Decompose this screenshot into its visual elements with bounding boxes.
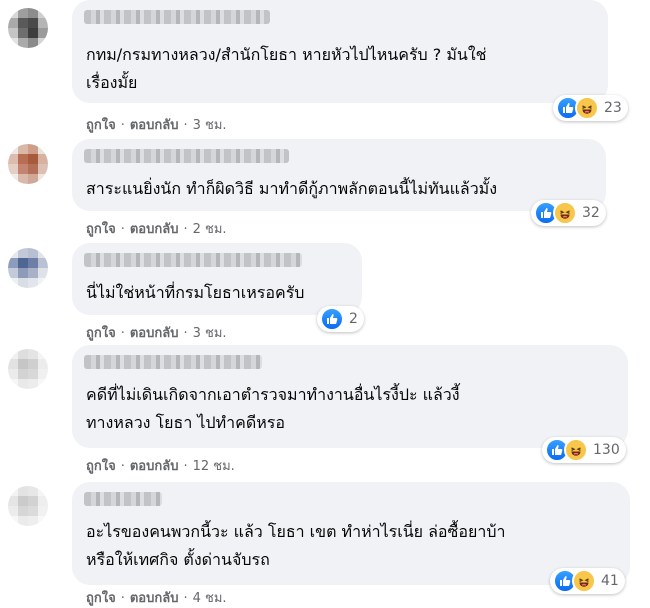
comment-bubble: กทม/กรมทางหลวง/สำนักโยธา หายหัวไปไหนครับ… xyxy=(72,0,608,103)
commenter-name-blurred[interactable] xyxy=(84,10,270,24)
comment-text-line: ทางหลวง โยธา ไปทำคดีหรอ xyxy=(86,413,285,432)
comment-timestamp[interactable]: 3 ชม. xyxy=(193,118,227,133)
comment-bubble: นี่ไม่ใช่หน้าที่กรมโยธาเหรอครับ xyxy=(72,243,362,315)
comment-actions: ถูกใจ · ตอบกลับ · 4 ชม. xyxy=(86,591,227,606)
comment-text-line: นี่ไม่ใช่หน้าที่กรมโยธาเหรอครับ xyxy=(86,283,305,302)
reaction-summary[interactable]: 130 xyxy=(542,437,626,463)
comment-timestamp[interactable]: 3 ชม. xyxy=(193,326,227,341)
haha-icon xyxy=(564,438,588,462)
comment-text-line: คดีที่ไม่เดินเกิดจากเอาตำรวจมาทำงานอื่นไ… xyxy=(86,385,460,404)
comment-bubble: อะไรของคนพวกนี้วะ แล้ว โยธา เขต ทำห่าไรเ… xyxy=(72,482,630,585)
reaction-count: 23 xyxy=(604,100,622,116)
like-icon xyxy=(320,307,344,331)
comment-actions: ถูกใจ · ตอบกลับ · 3 ชม. xyxy=(86,326,227,341)
like-button[interactable]: ถูกใจ xyxy=(86,459,116,474)
commenter-name-blurred[interactable] xyxy=(84,149,289,163)
reaction-summary[interactable]: 41 xyxy=(550,568,625,594)
comment-bubble: สาระแนยิ่งนัก ทำก็ผิดวิธี มาทำดีกู้ภาพลั… xyxy=(72,139,606,211)
comment-timestamp[interactable]: 4 ชม. xyxy=(193,591,227,606)
reply-button[interactable]: ตอบกลับ xyxy=(130,118,179,133)
like-button[interactable]: ถูกใจ xyxy=(86,591,116,606)
like-button[interactable]: ถูกใจ xyxy=(86,326,116,341)
comment-text-line: หรือให้เทศกิจ ตั้งด่านจับรถ xyxy=(86,550,270,569)
comment-timestamp[interactable]: 12 ชม. xyxy=(193,459,235,474)
comment-text-line: กทม/กรมทางหลวง/สำนักโยธา หายหัวไปไหนครับ… xyxy=(86,45,487,64)
avatar[interactable] xyxy=(8,248,48,288)
reaction-count: 130 xyxy=(593,442,620,458)
comment-actions: ถูกใจ · ตอบกลับ · 12 ชม. xyxy=(86,459,235,474)
comment-text-line: อะไรของคนพวกนี้วะ แล้ว โยธา เขต ทำห่าไรเ… xyxy=(86,522,506,541)
reply-button[interactable]: ตอบกลับ xyxy=(130,222,179,237)
reply-button[interactable]: ตอบกลับ xyxy=(130,459,179,474)
comment-actions: ถูกใจ · ตอบกลับ · 3 ชม. xyxy=(86,118,227,133)
haha-icon xyxy=(575,96,599,120)
like-button[interactable]: ถูกใจ xyxy=(86,118,116,133)
reply-button[interactable]: ตอบกลับ xyxy=(130,326,179,341)
reaction-count: 41 xyxy=(601,573,619,589)
comment-text-line: เรื่องมั้ย xyxy=(86,73,138,92)
like-button[interactable]: ถูกใจ xyxy=(86,222,116,237)
haha-icon xyxy=(572,569,596,593)
avatar[interactable] xyxy=(8,8,48,48)
comment-timestamp[interactable]: 2 ชม. xyxy=(193,222,227,237)
commenter-name-blurred[interactable] xyxy=(84,492,162,506)
commenter-name-blurred[interactable] xyxy=(84,355,262,369)
reaction-summary[interactable]: 23 xyxy=(553,95,628,121)
reply-button[interactable]: ตอบกลับ xyxy=(130,591,179,606)
reaction-summary[interactable]: 32 xyxy=(531,200,606,226)
reaction-count: 32 xyxy=(582,205,600,221)
haha-icon xyxy=(553,201,577,225)
reaction-count: 2 xyxy=(349,311,358,327)
comment-text-line: สาระแนยิ่งนัก ทำก็ผิดวิธี มาทำดีกู้ภาพลั… xyxy=(86,179,498,198)
avatar[interactable] xyxy=(8,349,48,389)
commenter-name-blurred[interactable] xyxy=(84,253,302,267)
reaction-summary[interactable]: 2 xyxy=(317,306,364,332)
comment-bubble: คดีที่ไม่เดินเกิดจากเอาตำรวจมาทำงานอื่นไ… xyxy=(72,345,628,448)
comment-actions: ถูกใจ · ตอบกลับ · 2 ชม. xyxy=(86,222,227,237)
avatar[interactable] xyxy=(8,144,48,184)
avatar[interactable] xyxy=(8,486,48,526)
